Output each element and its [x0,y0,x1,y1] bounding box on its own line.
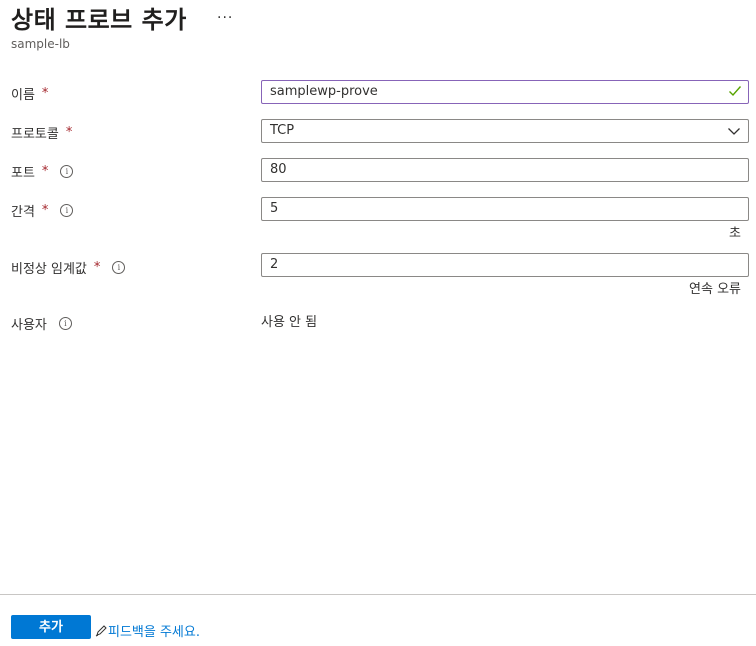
used-by-value: 사용 안 됨 [261,315,318,330]
interval-input[interactable]: 5 [261,197,749,221]
threshold-label: 비정상 임계값 * i [11,258,126,277]
port-label: 포트 * i [11,162,74,181]
required-marker: * [93,260,101,275]
page-title: 상태 프로브 추가 [11,6,187,34]
threshold-unit: 연속 오류 [689,282,741,297]
interval-unit: 초 [729,226,741,241]
checkmark-icon [729,86,742,97]
protocol-select[interactable]: TCP [261,119,749,143]
port-input[interactable]: 80 [261,158,749,182]
more-options-button[interactable]: ··· [217,10,233,26]
required-marker: * [41,86,49,101]
name-input[interactable]: samplewp-prove [261,80,749,104]
interval-label: 간격 * i [11,201,74,220]
feedback-icon [95,624,107,636]
info-icon[interactable]: i [112,261,126,274]
feedback-link[interactable]: 피드백을 주세요. [95,621,200,640]
info-icon[interactable]: i [60,165,74,178]
required-marker: * [65,125,73,140]
required-marker: * [41,164,49,179]
add-button[interactable]: 추가 [11,615,91,639]
name-label: 이름 * [11,86,49,103]
footer-divider [0,594,756,595]
info-icon[interactable]: i [60,204,74,217]
used-by-label: 사용자 i [11,314,72,333]
info-icon[interactable]: i [58,317,72,330]
protocol-label: 프로토콜 * [11,125,73,142]
panel-header: 상태 프로브 추가 [11,4,187,36]
threshold-input[interactable]: 2 [261,253,749,277]
chevron-down-icon [728,128,740,135]
required-marker: * [41,203,49,218]
resource-subtitle: sample-lb [11,37,70,51]
